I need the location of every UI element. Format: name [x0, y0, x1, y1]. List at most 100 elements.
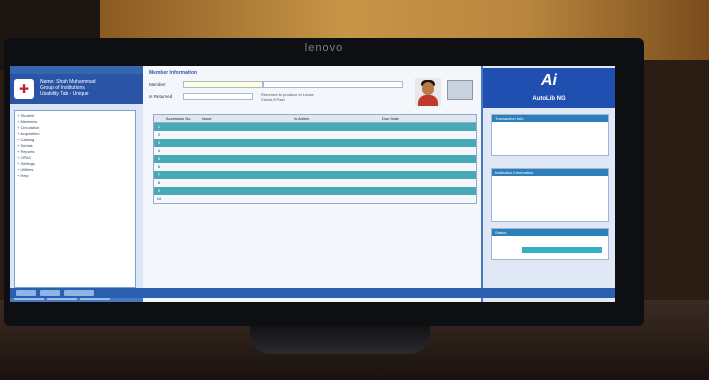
institution-logo-icon: ✚	[14, 79, 34, 99]
institution-information-section: Institution Information	[491, 168, 609, 222]
cell	[200, 187, 292, 195]
panel-title: Member Information	[149, 70, 198, 76]
table-row[interactable]: 1	[154, 123, 476, 131]
monitor-brand: lenovo	[304, 42, 344, 54]
sidebar-titlebar	[10, 66, 143, 74]
table-row[interactable]: 10	[154, 195, 476, 203]
cell	[200, 171, 292, 179]
table-row[interactable]: 2	[154, 131, 476, 139]
cell	[200, 179, 292, 187]
column-header[interactable]: Issue	[200, 115, 292, 122]
cell: 10	[156, 196, 162, 201]
cell: 3	[157, 140, 161, 145]
cell	[164, 171, 200, 179]
tree-item[interactable]: + Help	[17, 173, 133, 179]
column-header[interactable]: Accession No	[164, 115, 200, 122]
cell	[380, 131, 470, 139]
autolib-logo-text: AutoLib NG	[532, 96, 566, 102]
right-panel: Ai AutoLib NG Transaction Info Instituti…	[481, 66, 615, 302]
transactions-grid: Accession No Issue Is Admin Due Date 1 2…	[153, 114, 477, 204]
cell	[380, 195, 470, 203]
cell	[164, 131, 200, 139]
cell	[164, 123, 200, 131]
cell	[292, 155, 380, 163]
sidebar: ✚ Name: Shah Muhammad Group of Instituti…	[10, 66, 143, 302]
member-photo	[415, 78, 441, 106]
cell	[292, 195, 380, 203]
column-header[interactable]	[154, 115, 164, 122]
cell: 6	[157, 164, 161, 169]
cell	[292, 171, 380, 179]
institution-line: Usability Tab - Unique	[40, 91, 89, 97]
section-title: Status	[492, 229, 608, 236]
cell	[164, 195, 200, 203]
table-row[interactable]: 4	[154, 147, 476, 155]
cell	[292, 147, 380, 155]
status-bar	[522, 247, 602, 253]
search-button[interactable]	[447, 80, 473, 100]
cell	[380, 123, 470, 131]
taskbar-item[interactable]	[40, 290, 60, 296]
cell	[200, 147, 292, 155]
cell	[380, 163, 470, 171]
cell: 2	[157, 132, 161, 137]
photo-face	[422, 82, 434, 95]
cell	[292, 179, 380, 187]
photo-shirt	[418, 95, 438, 106]
cell	[380, 187, 470, 195]
cell	[292, 187, 380, 195]
cell	[380, 139, 470, 147]
cell: 4	[157, 148, 161, 153]
section-title: Institution Information	[492, 169, 608, 176]
autolib-logo: Ai AutoLib NG	[483, 68, 615, 108]
cell	[292, 123, 380, 131]
cell	[164, 139, 200, 147]
status-select[interactable]	[183, 93, 253, 100]
table-row[interactable]: 7	[154, 171, 476, 179]
member-input[interactable]	[183, 81, 263, 88]
column-header[interactable]: Due Date	[380, 115, 470, 122]
table-row[interactable]: 9	[154, 187, 476, 195]
taskbar-item[interactable]	[64, 290, 94, 296]
table-row[interactable]: 8	[154, 179, 476, 187]
section-title: Transaction Info	[492, 115, 608, 122]
cell	[164, 187, 200, 195]
status-hint: Returned to produce in Lease Check if Pa…	[261, 92, 314, 102]
main-panel: Member Information Member Is Returned Re…	[143, 66, 481, 302]
cell	[200, 163, 292, 171]
cell	[200, 195, 292, 203]
cell: 1	[157, 124, 161, 129]
cell	[292, 131, 380, 139]
member-label: Member	[149, 82, 166, 87]
table-row[interactable]: 5	[154, 155, 476, 163]
app-screen: ✚ Name: Shah Muhammad Group of Instituti…	[10, 66, 615, 302]
status-label: Is Returned	[149, 94, 173, 99]
hint-line: Check if Past	[261, 97, 285, 102]
cell	[200, 131, 292, 139]
cell: 7	[157, 172, 161, 177]
cell	[200, 139, 292, 147]
start-button[interactable]	[16, 290, 36, 296]
cell	[380, 147, 470, 155]
institution-header: ✚ Name: Shah Muhammad Group of Instituti…	[10, 74, 143, 104]
cell	[164, 147, 200, 155]
member-name-field[interactable]	[263, 81, 403, 88]
cell: 9	[157, 188, 161, 193]
cell	[380, 155, 470, 163]
cell	[292, 139, 380, 147]
cell: 5	[157, 156, 161, 161]
cell	[164, 155, 200, 163]
cell	[380, 171, 470, 179]
cell	[200, 155, 292, 163]
table-row[interactable]: 6	[154, 163, 476, 171]
cell	[164, 179, 200, 187]
institution-info: Name: Shah Muhammad Group of Institution…	[40, 79, 96, 97]
taskbar	[10, 288, 615, 298]
transaction-info-section: Transaction Info	[491, 114, 609, 156]
monitor-stand	[250, 326, 430, 354]
column-header[interactable]: Is Admin	[292, 115, 380, 122]
navigation-tree: + Student + Members + Circulation + Acqu…	[14, 110, 136, 288]
cell	[292, 163, 380, 171]
cell	[164, 163, 200, 171]
table-row[interactable]: 3	[154, 139, 476, 147]
